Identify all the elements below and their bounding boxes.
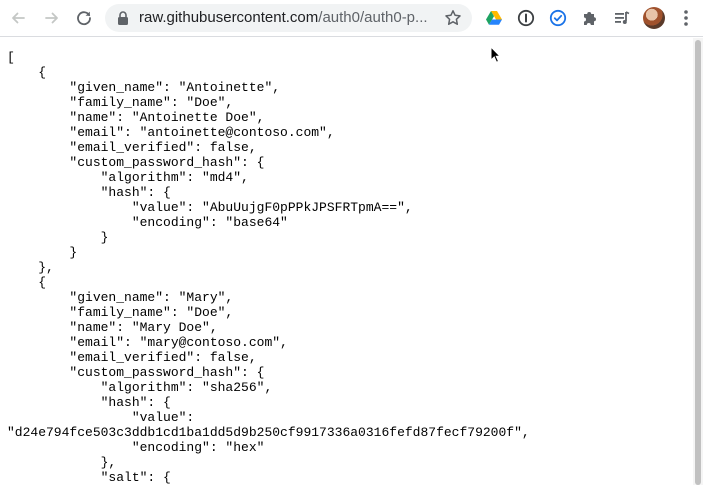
check-extension[interactable] bbox=[548, 8, 568, 28]
lock-icon bbox=[118, 11, 128, 25]
url-text[interactable]: raw.githubusercontent.com/auth0/auth0-p.… bbox=[139, 9, 435, 27]
puzzle-icon bbox=[584, 12, 596, 25]
extensions-button[interactable] bbox=[580, 8, 600, 28]
google-drive-extension[interactable] bbox=[484, 8, 504, 28]
star-icon[interactable] bbox=[444, 9, 462, 27]
scrollbar-thumb[interactable] bbox=[695, 40, 701, 485]
media-queue-icon bbox=[615, 11, 630, 24]
profile-avatar[interactable] bbox=[643, 7, 665, 29]
check-circle-icon bbox=[549, 9, 567, 27]
reload-button[interactable] bbox=[72, 6, 96, 30]
arrow-left-icon bbox=[12, 12, 25, 24]
onepassword-extension[interactable] bbox=[516, 8, 536, 28]
onepassword-icon bbox=[517, 9, 535, 27]
vertical-dots-icon[interactable] bbox=[678, 8, 694, 28]
reload-icon bbox=[77, 11, 91, 26]
media-control-button[interactable] bbox=[612, 8, 632, 28]
address-bar[interactable]: raw.githubusercontent.com/auth0/auth0-p.… bbox=[105, 4, 472, 32]
forward-button[interactable] bbox=[40, 6, 64, 30]
google-drive-icon bbox=[486, 11, 502, 25]
mouse-pointer-icon bbox=[490, 46, 502, 63]
url-host: raw.githubusercontent.com bbox=[139, 9, 319, 26]
back-button[interactable] bbox=[6, 6, 30, 30]
browser-toolbar: raw.githubusercontent.com/auth0/auth0-p.… bbox=[0, 0, 703, 37]
arrow-right-icon bbox=[45, 12, 58, 24]
json-document: [ { "given_name": "Antoinette", "family_… bbox=[7, 50, 530, 485]
url-path: /auth0/auth0-p... bbox=[318, 9, 428, 26]
page-content: [ { "given_name": "Antoinette", "family_… bbox=[0, 38, 693, 485]
vertical-scrollbar[interactable] bbox=[693, 38, 703, 485]
